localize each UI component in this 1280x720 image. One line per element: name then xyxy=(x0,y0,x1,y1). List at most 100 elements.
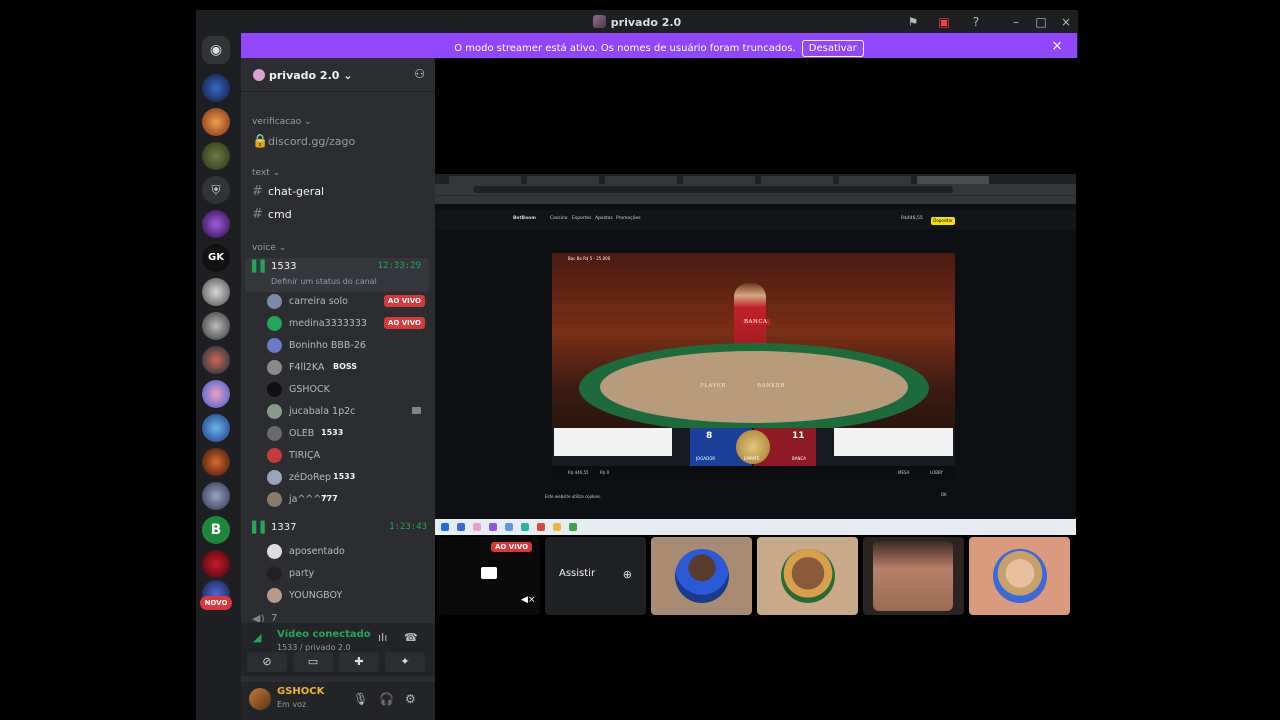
participant-tile[interactable] xyxy=(757,537,858,615)
avatar xyxy=(267,360,282,375)
server-icon-5[interactable] xyxy=(202,210,230,238)
participant-tile[interactable] xyxy=(651,537,752,615)
connection-channel[interactable]: 1533 / privado 2.0 xyxy=(277,643,351,652)
voice-user[interactable]: OLEB 1533 xyxy=(267,424,427,444)
category-verificacao[interactable]: verificacao ⌄ xyxy=(252,117,312,127)
channel-status[interactable]: Definir um status do canal xyxy=(271,277,377,286)
settings-gear-icon[interactable]: ⚙ xyxy=(405,692,416,706)
participant-tile-camera[interactable] xyxy=(863,537,964,615)
voice-channel-1337[interactable]: ▌▌ 1337 1:23:43 xyxy=(241,519,435,539)
server-icon-10[interactable] xyxy=(202,380,230,408)
voice-user[interactable]: GSHOCK xyxy=(267,380,427,400)
voice-channel-1533[interactable]: ▌▌ 1533 12:33:29 Definir um status do ca… xyxy=(245,258,429,292)
taskbar-icon xyxy=(473,523,481,531)
server-icon-9[interactable] xyxy=(202,346,230,374)
avatar[interactable] xyxy=(249,688,271,710)
banca-sign: BANCA xyxy=(742,319,770,325)
voice-user[interactable]: TIRIÇA xyxy=(267,446,427,466)
channel-chat-geral[interactable]: # chat-geral xyxy=(252,184,428,204)
voice-active-icon: ▌▌ xyxy=(252,521,269,534)
camera-feed xyxy=(873,541,953,611)
taskbar-icon xyxy=(457,523,465,531)
site-nav: BetBoom Cassino Esportes Apostas Promoçõ… xyxy=(435,210,1076,230)
watch-button[interactable]: Assistir xyxy=(559,568,595,579)
lock-icon: 🔒 xyxy=(252,134,269,149)
channel-sidebar: privado 2.0 ⌄ ⚇ verificacao ⌄ 🔒discord.g… xyxy=(241,58,435,720)
username[interactable]: GSHOCK xyxy=(277,686,324,697)
server-gk[interactable]: GK xyxy=(202,244,230,272)
screen-share-button[interactable]: ▭ xyxy=(293,652,333,672)
channel-cmd[interactable]: # cmd xyxy=(252,207,428,227)
taskbar-icon xyxy=(505,523,513,531)
user-panel: GSHOCK Em voz 🎙 🎧 ⚙ xyxy=(241,682,435,720)
discord-home-icon[interactable]: ◉ xyxy=(202,36,230,64)
server-icon-8[interactable] xyxy=(202,312,230,340)
server-icon-3[interactable] xyxy=(202,142,230,170)
server-icon-11[interactable] xyxy=(202,414,230,442)
score-bar: 8 JOGADOR 11 BANCA EMPATE xyxy=(552,428,955,466)
close-banner-icon[interactable]: × xyxy=(1051,38,1063,54)
new-badge: NOVO xyxy=(200,596,232,610)
participant-tile[interactable] xyxy=(969,537,1070,615)
stream-video[interactable]: BetBoom Cassino Esportes Apostas Promoçõ… xyxy=(435,174,1076,535)
signal-icon[interactable]: ◢ xyxy=(253,631,261,644)
add-member-icon[interactable]: ⚇ xyxy=(414,67,425,81)
voice-user[interactable]: zéDoRep 1533 xyxy=(267,468,427,488)
connection-status[interactable]: Vídeo conectado xyxy=(277,629,371,640)
server-icon-1[interactable] xyxy=(202,74,230,102)
server-icon-15[interactable] xyxy=(202,550,230,578)
zoom-icon[interactable]: ⊕ xyxy=(623,568,632,581)
disable-streamer-button[interactable]: Desativar xyxy=(801,40,864,57)
site-nav-item: Promoções xyxy=(616,216,641,221)
soundboard-button[interactable]: ✦ xyxy=(385,652,425,672)
voice-user[interactable]: jucabala 1p2c xyxy=(267,402,427,422)
server-b[interactable]: B xyxy=(202,516,230,544)
avatar xyxy=(267,426,282,441)
camera-off-button[interactable]: ⊘ xyxy=(247,652,287,672)
participant-tile-stream[interactable]: AO VIVO ◀× xyxy=(439,537,540,615)
server-icon-2[interactable] xyxy=(202,108,230,136)
minimize-icon[interactable]: – xyxy=(1008,14,1024,30)
server-icon-7[interactable] xyxy=(202,278,230,306)
mute-icon[interactable]: ◀× xyxy=(521,595,535,605)
voice-user[interactable]: carreira solo AO VIVO xyxy=(267,292,427,312)
maximize-icon[interactable]: □ xyxy=(1033,14,1049,30)
activities-button[interactable]: ✚ xyxy=(339,652,379,672)
inbox-icon[interactable]: ▣ xyxy=(936,14,952,30)
flag-icon[interactable]: ⚑ xyxy=(905,14,921,30)
server-header[interactable]: privado 2.0 ⌄ ⚇ xyxy=(241,58,435,92)
banner-message: O modo streamer está ativo. Os nomes de … xyxy=(454,43,796,54)
channel-invite[interactable]: 🔒discord.gg/zago xyxy=(252,134,428,154)
headphones-icon[interactable]: 🎧 xyxy=(379,692,394,706)
voice-user[interactable]: YOUNGBOY xyxy=(267,586,427,606)
saldo-value: R$ 446,55 xyxy=(568,470,589,475)
voice-user[interactable]: party xyxy=(267,564,427,584)
server-icon-13[interactable] xyxy=(202,482,230,510)
taskbar-icon xyxy=(537,523,545,531)
disconnect-icon[interactable]: ☎ xyxy=(404,631,418,644)
microphone-icon[interactable]: 🎙 xyxy=(353,692,368,706)
discord-window: privado 2.0 ⚑ ▣ ? – □ × O modo streamer … xyxy=(196,10,1078,720)
voice-user[interactable]: F4ll2KA BOSS xyxy=(267,358,427,378)
deposit-button: Depositar xyxy=(931,217,955,225)
avatar xyxy=(267,588,282,603)
close-window-icon[interactable]: × xyxy=(1058,14,1074,30)
bookmarks-bar xyxy=(435,195,1076,204)
voice-user[interactable]: aposentado xyxy=(267,542,427,562)
user-status: Em voz xyxy=(277,700,307,709)
shield-server-icon[interactable]: ⛨ xyxy=(202,176,230,204)
tie-coin[interactable]: EMPATE xyxy=(736,430,770,464)
voice-user[interactable]: medina3333333 AO VIVO xyxy=(267,314,427,334)
site-nav-item: Apostas xyxy=(595,216,613,221)
participant-tile-watch[interactable]: Assistir ⊕ xyxy=(545,537,646,615)
avatar xyxy=(675,549,729,603)
help-icon[interactable]: ? xyxy=(968,14,984,30)
voice-channel-7[interactable]: ◀) 7 xyxy=(241,610,435,622)
noise-suppression-icon[interactable]: ıIı xyxy=(378,631,387,644)
hash-icon: # xyxy=(252,184,263,199)
voice-user[interactable]: ja^^^^ 777 xyxy=(267,490,427,510)
server-icon-12[interactable] xyxy=(202,448,230,476)
category-voice[interactable]: voice ⌄ xyxy=(252,243,286,253)
voice-user[interactable]: Boninho BBB-26 xyxy=(267,336,427,356)
category-text[interactable]: text ⌄ xyxy=(252,168,280,178)
